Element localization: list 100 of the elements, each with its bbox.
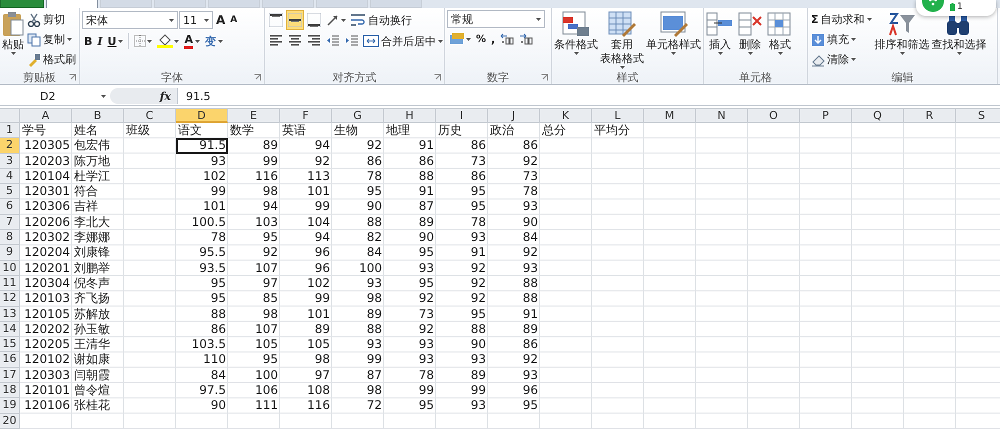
- column-header[interactable]: H: [384, 108, 436, 123]
- paste-button[interactable]: 粘贴: [2, 10, 24, 56]
- column-header[interactable]: B: [72, 108, 124, 123]
- merge-center-button[interactable]: 合并后居中: [362, 32, 444, 50]
- bold-button[interactable]: B: [82, 31, 94, 51]
- italic-button[interactable]: I: [95, 31, 105, 51]
- column-header[interactable]: K: [540, 108, 592, 123]
- row-header[interactable]: 2: [0, 138, 20, 154]
- column-header[interactable]: M: [644, 108, 696, 123]
- column-header[interactable]: S: [956, 108, 1000, 123]
- dialog-launcher-icon: [254, 74, 261, 81]
- autosum-button[interactable]: Σ 自动求和: [810, 10, 873, 29]
- table-cell-text: 106: [254, 383, 279, 398]
- copy-button[interactable]: 复制: [26, 30, 77, 49]
- caret-icon: [195, 40, 200, 42]
- name-box[interactable]: D2: [0, 88, 110, 104]
- table-cell-text: 120302: [23, 230, 71, 246]
- delete-button[interactable]: 删除: [736, 10, 764, 56]
- table-format-button[interactable]: 套用 表格格式: [600, 10, 644, 70]
- group-label: 对齐方式: [332, 70, 376, 85]
- sort-filter-button[interactable]: 排序和筛选: [874, 10, 930, 56]
- conditional-format-button[interactable]: 条件格式: [554, 10, 598, 56]
- row-header[interactable]: 3: [0, 154, 20, 169]
- row-header[interactable]: 9: [0, 245, 20, 261]
- row-header[interactable]: 12: [0, 291, 20, 307]
- column-header[interactable]: J: [488, 108, 540, 123]
- top-align-button[interactable]: [267, 10, 285, 30]
- row-header[interactable]: 18: [0, 383, 20, 398]
- column-header[interactable]: G: [332, 108, 384, 123]
- table-cell-text: 89: [366, 306, 383, 322]
- format-painter-button[interactable]: 格式刷: [26, 50, 77, 69]
- row-header[interactable]: 6: [0, 199, 20, 215]
- column-header[interactable]: Q: [852, 108, 904, 123]
- column-header[interactable]: L: [592, 108, 644, 123]
- table-cell-text: 93.5: [198, 260, 227, 276]
- table-cell-text: 陈万地: [73, 154, 111, 169]
- column-header[interactable]: C: [124, 108, 176, 123]
- comma-button[interactable]: ,: [489, 29, 498, 49]
- row-header[interactable]: 14: [0, 322, 20, 338]
- row-header[interactable]: 4: [0, 168, 20, 184]
- wrap-text-button[interactable]: 自动换行: [349, 10, 413, 30]
- row-header[interactable]: 10: [0, 260, 20, 276]
- table-cell-text: 103.5: [190, 337, 227, 352]
- column-header[interactable]: O: [748, 108, 800, 123]
- phonetic-button[interactable]: 变: [203, 31, 225, 51]
- font-name-field[interactable]: 宋体: [82, 11, 178, 29]
- insert-cells-icon: [706, 11, 734, 37]
- cut-button[interactable]: 剪切: [26, 10, 77, 29]
- column-header[interactable]: I: [436, 108, 488, 123]
- row-header[interactable]: 15: [0, 337, 20, 352]
- grow-font-button[interactable]: A: [214, 10, 228, 30]
- row-header[interactable]: 16: [0, 352, 20, 368]
- row-header[interactable]: 5: [0, 184, 20, 200]
- insert-function-button[interactable]: fx: [160, 90, 171, 102]
- fill-button[interactable]: 填充: [810, 30, 873, 49]
- clear-button[interactable]: 清除: [810, 50, 873, 69]
- row-header[interactable]: 7: [0, 214, 20, 230]
- column-header[interactable]: A: [20, 108, 72, 123]
- row-header[interactable]: 17: [0, 368, 20, 384]
- formula-field[interactable]: 91.5: [178, 90, 1000, 102]
- table-cell-text: 谢如康: [73, 352, 111, 368]
- decrease-decimal-icon: [519, 33, 534, 45]
- row-header[interactable]: 19: [0, 398, 20, 414]
- row-header[interactable]: 8: [0, 230, 20, 246]
- column-header[interactable]: N: [696, 108, 748, 123]
- insert-button[interactable]: 插入: [706, 10, 734, 56]
- font-size-field[interactable]: 11: [179, 11, 213, 29]
- table-cell-text: 92: [366, 138, 383, 154]
- caret-icon: [10, 52, 16, 55]
- shrink-font-button[interactable]: A: [228, 10, 240, 30]
- column-header[interactable]: D: [176, 108, 228, 123]
- ribbon-tab[interactable]: [46, 0, 98, 8]
- underline-button[interactable]: U: [106, 31, 126, 51]
- table-cell-text: 98: [262, 306, 279, 322]
- middle-align-button[interactable]: [286, 10, 304, 30]
- cell-styles-button[interactable]: 单元格样式: [646, 10, 701, 56]
- table-cell-text: 91: [470, 245, 487, 261]
- font-color-button[interactable]: A: [182, 31, 202, 51]
- table-cell-text: 99: [210, 184, 227, 200]
- border-icon: [134, 35, 146, 47]
- row-header[interactable]: 1: [0, 123, 20, 138]
- column-header[interactable]: P: [800, 108, 852, 123]
- bottom-align-button[interactable]: [305, 10, 323, 30]
- format-button[interactable]: 格式: [766, 10, 794, 56]
- column-header[interactable]: E: [228, 108, 280, 123]
- row-header[interactable]: 13: [0, 306, 20, 322]
- table-cell-text: 98: [314, 352, 331, 368]
- caret-icon: [671, 52, 676, 55]
- row-header[interactable]: 20: [0, 414, 20, 429]
- table-cell-text: 张桂花: [73, 398, 111, 414]
- percent-button[interactable]: %: [474, 29, 488, 49]
- row-header[interactable]: 11: [0, 276, 20, 292]
- column-header[interactable]: R: [904, 108, 956, 123]
- table-cell-text: 91: [522, 306, 539, 322]
- table-cell-text: 120204: [23, 245, 71, 261]
- group-label: 剪贴板: [23, 70, 56, 85]
- table-cell-text: 78: [210, 230, 227, 246]
- column-header[interactable]: F: [280, 108, 332, 123]
- table-cell-text: 92: [470, 291, 487, 307]
- number-format-field[interactable]: 常规: [447, 10, 545, 28]
